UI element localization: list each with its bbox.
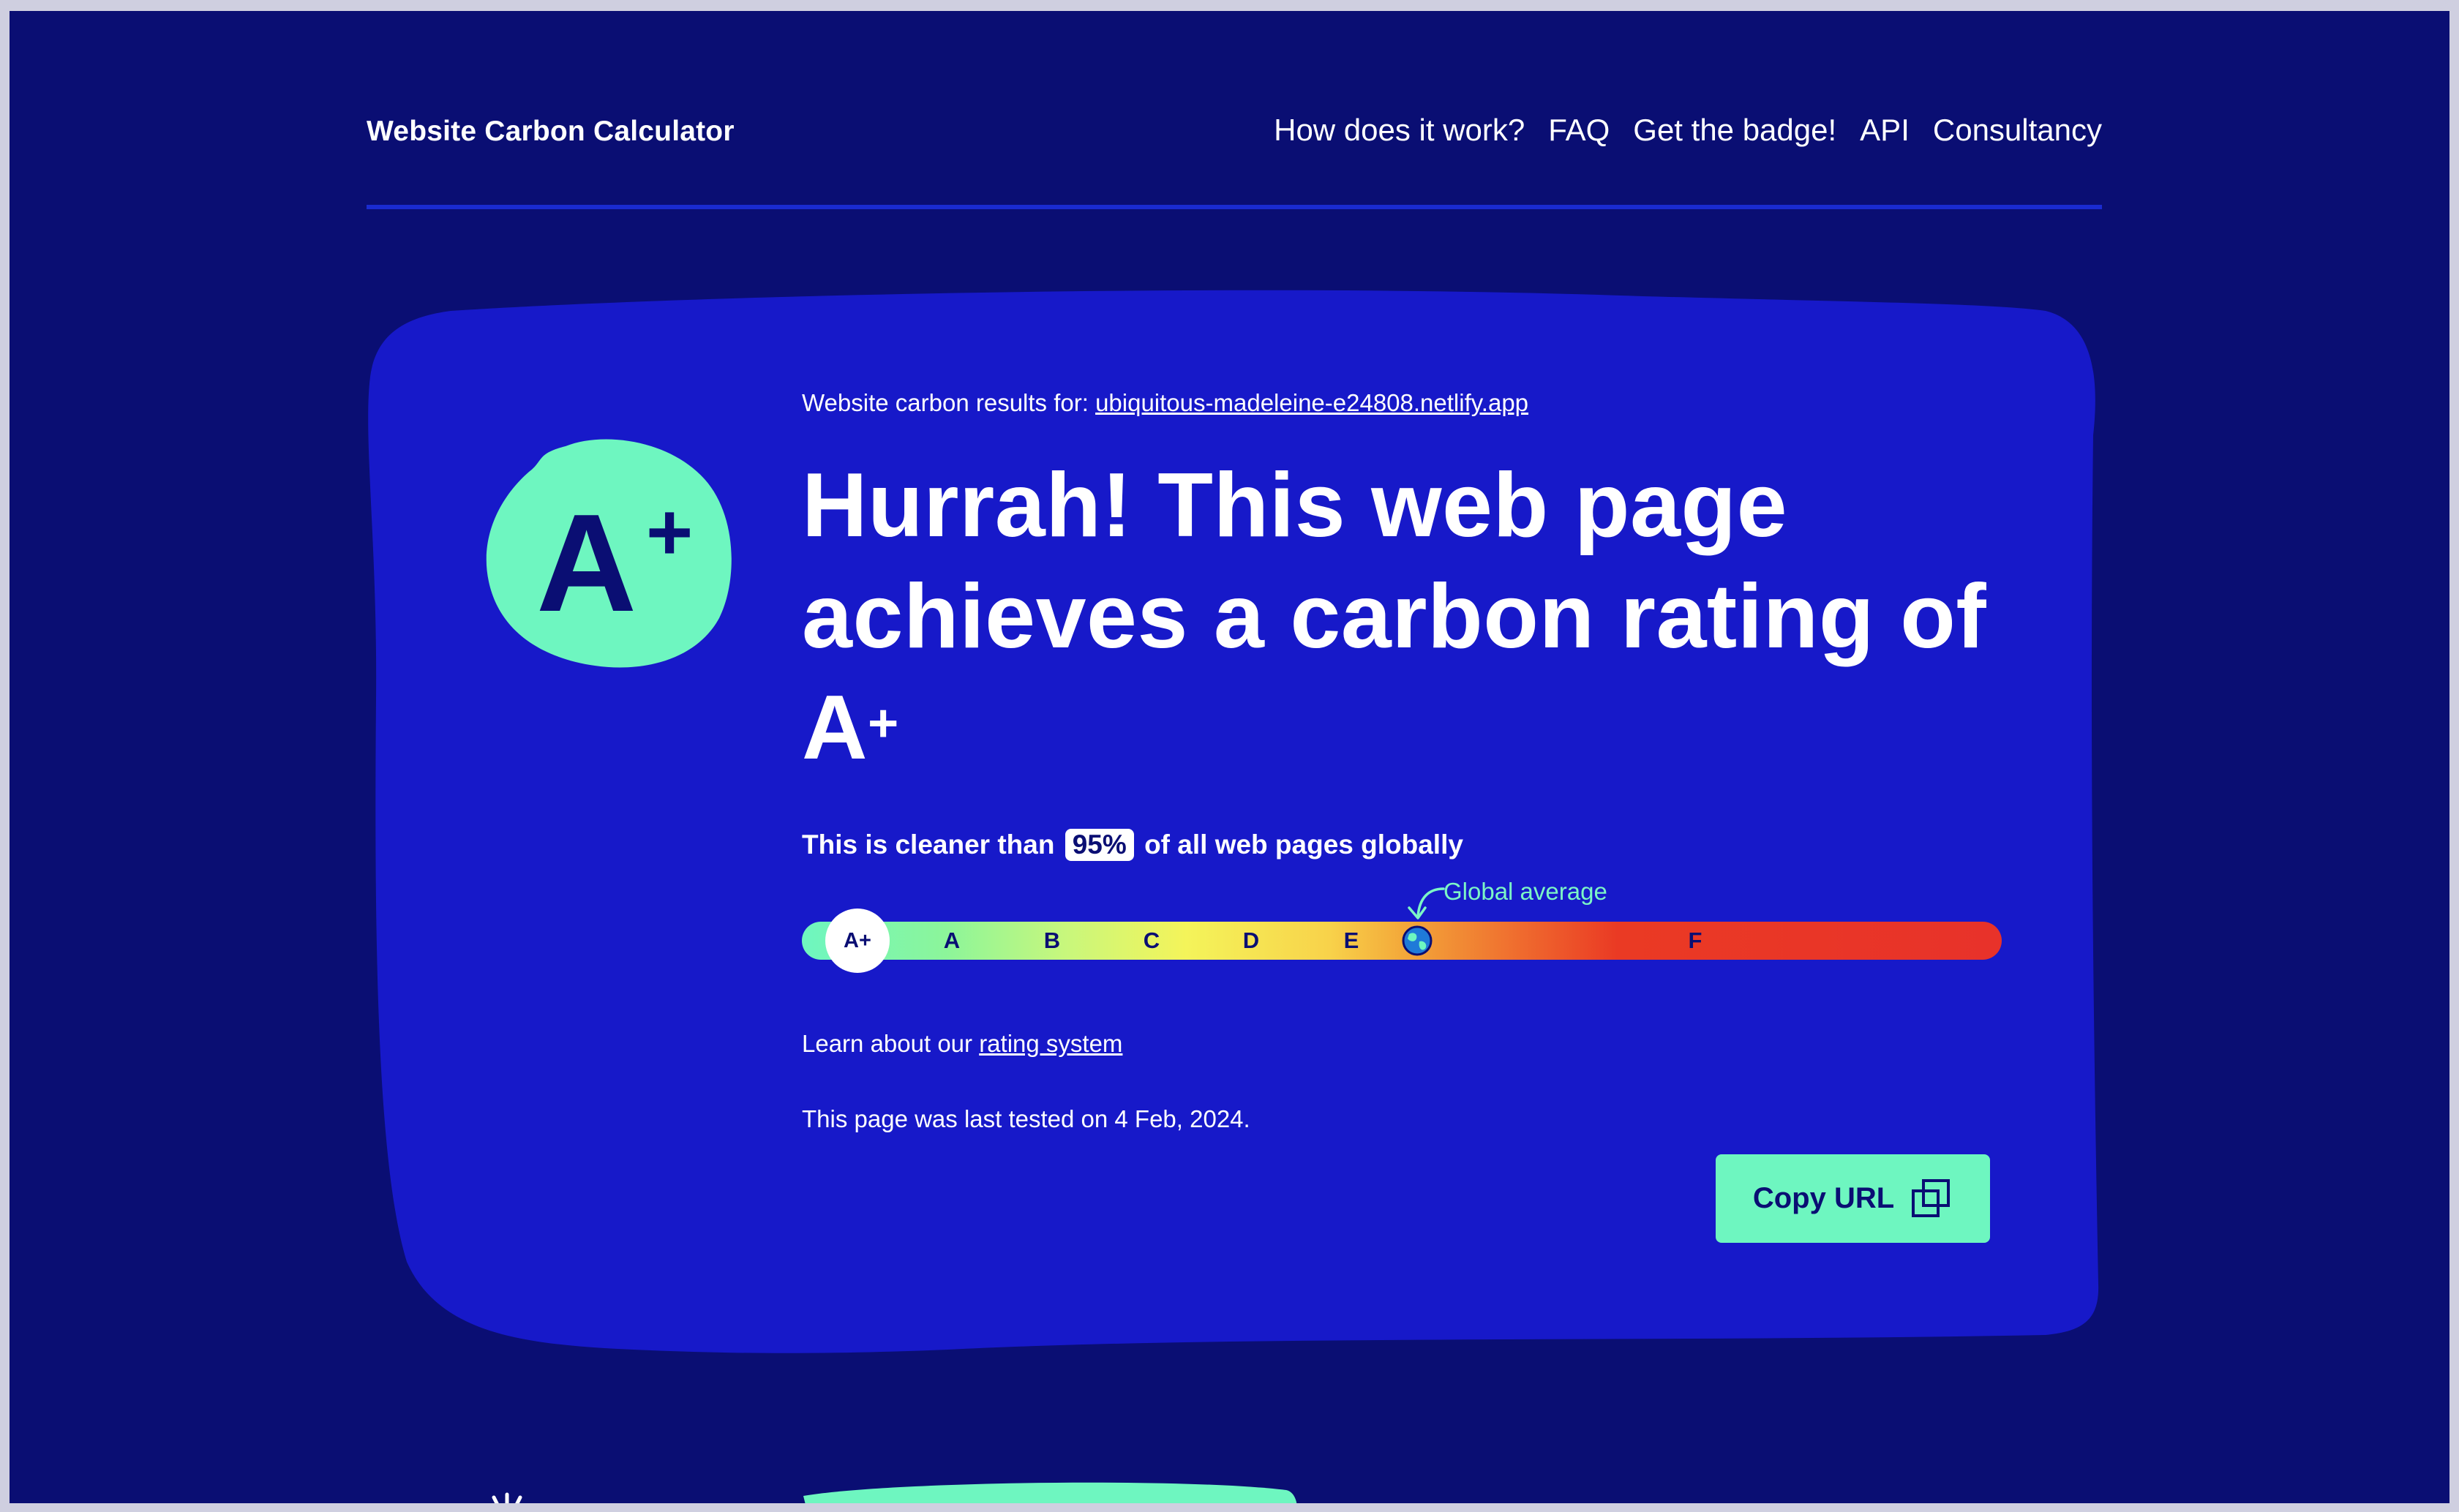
- headline-line-2: achieves a carbon rating of: [802, 566, 1987, 667]
- cleaner-prefix: This is cleaner than: [802, 830, 1055, 860]
- learn-prefix: Learn about our: [802, 1030, 980, 1057]
- headline-grade-plus: +: [868, 694, 899, 753]
- global-average-label: Global average: [1444, 878, 1607, 905]
- scale-letter-e: E: [1343, 928, 1359, 953]
- rating-scale: A+ A B C D E F: [802, 909, 2002, 973]
- headline-grade-letter: A: [802, 677, 868, 778]
- scale-current-marker: A+: [825, 909, 890, 973]
- cleaner-suffix: of all web pages globally: [1144, 830, 1463, 860]
- cleaner-percent-badge: 95%: [1065, 829, 1134, 861]
- sparkle-decoration-icon: [492, 1492, 522, 1503]
- results-content: A + Website carbon results for: ubiquito…: [10, 11, 2449, 1503]
- page-title: Hurrah! This web page achieves a carbon …: [802, 450, 2046, 783]
- browser-viewport: Website Carbon Calculator How does it wo…: [10, 11, 2449, 1503]
- last-tested-text: This page was last tested on 4 Feb, 2024…: [802, 1105, 1250, 1132]
- curved-arrow-icon: [1408, 887, 1445, 919]
- copy-url-label: Copy URL: [1752, 1182, 1895, 1214]
- results-url-link[interactable]: ubiquitous-madeleine-e24808.netlify.app: [1095, 389, 1528, 416]
- results-for: Website carbon results for: ubiquitous-m…: [802, 389, 1528, 417]
- globe-icon: [1402, 925, 1433, 956]
- next-section-blob: [803, 1482, 1297, 1503]
- copy-url-button[interactable]: Copy URL: [1716, 1154, 1990, 1243]
- cleaner-than-text: This is cleaner than 95% of all web page…: [802, 829, 1463, 861]
- copy-icon: [1912, 1178, 1951, 1217]
- scale-letter-a: A: [943, 928, 961, 953]
- grade-badge: A +: [486, 439, 732, 668]
- rating-system-link[interactable]: rating system: [979, 1030, 1122, 1057]
- headline-line-1: Hurrah! This web page: [802, 455, 1788, 556]
- badge-letter: A: [536, 486, 637, 641]
- headline-grade: A+: [802, 672, 2046, 783]
- scale-letter-b: B: [1043, 928, 1061, 953]
- scale-letter-f: F: [1688, 928, 1702, 953]
- learn-rating-system: Learn about our rating system: [802, 1030, 1122, 1058]
- results-for-label: Website carbon results for:: [802, 389, 1096, 416]
- badge-plus: +: [646, 487, 693, 577]
- scale-letter-c: C: [1143, 928, 1160, 953]
- scale-letter-d: D: [1242, 928, 1260, 953]
